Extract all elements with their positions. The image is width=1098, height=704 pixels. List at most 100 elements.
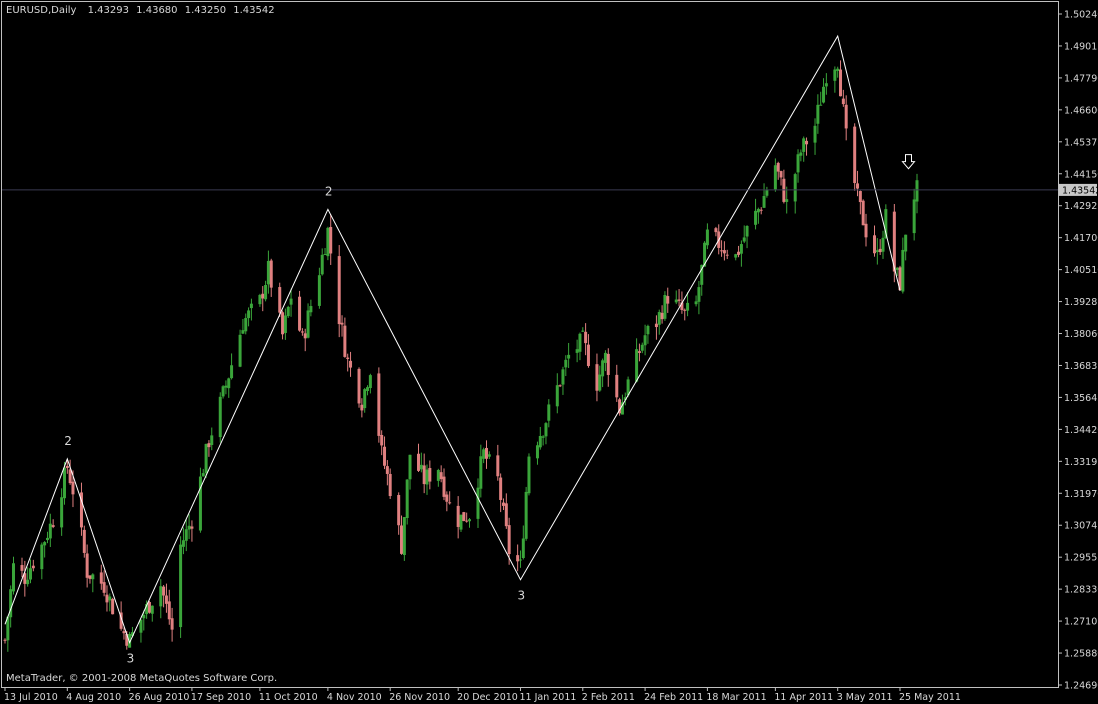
price-tick-label: 1.31970: [1064, 489, 1098, 500]
candle: [567, 342, 571, 369]
candle: [40, 542, 44, 580]
candle: [674, 290, 678, 305]
candle: [663, 291, 667, 321]
candle: [816, 94, 820, 134]
symbol-label: EURUSD,Daily: [6, 5, 77, 16]
candle: [742, 225, 746, 244]
candle: [558, 384, 562, 388]
candle: [445, 491, 449, 512]
time-tick-label: 17 Sep 2010: [191, 692, 251, 703]
candle: [91, 573, 95, 593]
candle: [303, 328, 307, 352]
candle: [3, 638, 7, 644]
price-tick-label: 1.30745: [1064, 521, 1098, 532]
candle: [779, 170, 783, 186]
candle: [377, 367, 381, 443]
candle: [184, 519, 188, 552]
candle: [654, 315, 658, 340]
candle: [179, 536, 183, 638]
candle: [858, 190, 862, 215]
candle: [833, 66, 837, 93]
candle: [725, 249, 729, 260]
candle: [363, 387, 367, 413]
candle: [425, 464, 429, 495]
candle: [300, 328, 304, 336]
candle: [739, 240, 743, 267]
candle: [201, 468, 205, 477]
candle: [538, 426, 542, 450]
candle: [210, 427, 214, 451]
price-tick-label: 1.25880: [1064, 649, 1098, 660]
candle: [901, 237, 905, 294]
candle: [484, 440, 488, 469]
candle: [541, 435, 545, 446]
candle: [48, 513, 52, 547]
candle: [323, 248, 327, 256]
candle: [400, 515, 404, 555]
candle: [108, 593, 112, 612]
candle: [170, 607, 174, 642]
open-value: 1.43293: [88, 5, 129, 16]
candle: [244, 313, 248, 335]
price-tick-label: 1.36835: [1064, 361, 1098, 372]
candle: [283, 308, 287, 340]
candle: [805, 137, 809, 156]
candle: [105, 585, 109, 612]
candle: [824, 73, 828, 95]
candle: [417, 443, 421, 472]
candle: [266, 250, 270, 294]
candle: [164, 583, 168, 613]
time-tick-label: 4 Aug 2010: [66, 692, 121, 703]
price-tick-label: 1.49015: [1064, 41, 1098, 52]
price-tick-label: 1.24690: [1064, 681, 1098, 692]
time-tick-label: 4 Nov 2010: [327, 692, 382, 703]
candle: [853, 123, 857, 191]
candle: [99, 564, 103, 590]
price-chart[interactable]: 1.50240 1.49015 1.47790 1.46600 1.45375 1.441…: [0, 0, 1098, 704]
copyright-text: MetaTrader, © 2001-2008 MetaQuotes Softw…: [6, 673, 277, 684]
candle: [408, 454, 412, 490]
candle: [496, 444, 500, 481]
time-axis[interactable]: 13 Jul 2010 4 Aug 2010 26 Aug 2010 17 Sep 2…: [4, 687, 961, 703]
candle: [697, 280, 701, 315]
candle: [881, 230, 885, 259]
candle: [601, 358, 605, 388]
candle: [584, 323, 588, 356]
candle: [666, 287, 670, 313]
candle: [281, 310, 285, 340]
candle: [207, 440, 211, 457]
candle: [856, 170, 860, 197]
candle: [796, 149, 800, 183]
candle: [346, 353, 350, 372]
candle: [618, 397, 622, 416]
candle: [366, 385, 370, 396]
candle: [501, 498, 505, 511]
candle: [380, 430, 384, 456]
candle: [793, 172, 797, 214]
candle: [383, 436, 387, 470]
candle: [326, 226, 330, 261]
candle: [839, 60, 843, 97]
candle: [734, 253, 738, 261]
candle: [785, 186, 789, 214]
candle: [221, 385, 225, 399]
candle: [28, 559, 32, 584]
candle: [705, 223, 709, 250]
candle: [776, 161, 780, 180]
candle: [465, 512, 469, 523]
time-tick-label: 25 May 2011: [899, 692, 961, 703]
wave-label: 2: [325, 184, 333, 198]
candle: [504, 493, 508, 529]
candle: [637, 343, 641, 362]
price-tick-label: 1.45375: [1064, 137, 1098, 148]
candle: [527, 453, 531, 496]
candle: [459, 514, 463, 532]
candle: [660, 305, 664, 324]
candle: [187, 514, 191, 539]
candle: [360, 398, 364, 418]
candle: [606, 348, 610, 387]
candle: [841, 89, 845, 107]
price-tick-label: 1.35645: [1064, 393, 1098, 404]
candle: [904, 234, 908, 261]
candle: [405, 479, 409, 525]
